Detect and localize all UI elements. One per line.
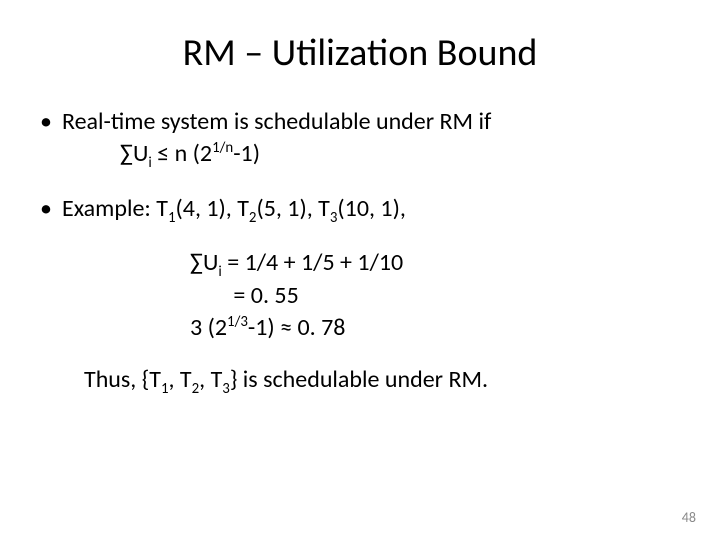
t: -1) ≈ 0. 78 [248,313,346,342]
sup: 1/n [212,138,233,156]
sum-line: ∑Ui = 1/4 + 1/5 + 1/10 [190,247,680,279]
t: (5, 1), T [256,194,329,223]
slide-content: • Real-time system is schedulable under … [40,106,680,397]
bullet-example: • Example: T1(4, 1), T2(5, 1), T3(10, 1)… [40,193,680,225]
t: ∑U [120,139,148,168]
text: Real-time system is schedulable under RM… [62,107,491,136]
t: = 1/4 + 1/5 + 1/10 [222,248,403,277]
bound-line: 3 (21/3-1) ≈ 0. 78 [190,312,680,344]
bullet-dot: • [40,106,62,171]
slide-title: RM – Utilization Bound [40,30,680,76]
t: = 0. 55 [190,281,299,310]
formula-line: ∑Ui ≤ n (21/n-1) [62,139,260,168]
t: (4, 1), T [176,194,249,223]
t: 3 (2 [190,313,227,342]
result-line: = 0. 55 [190,280,680,312]
bullet-text: Example: T1(4, 1), T2(5, 1), T3(10, 1), [62,193,680,225]
t: } is schedulable under RM. [230,365,488,394]
t: Example: T [62,194,168,223]
t: ∑U [190,248,218,277]
sub: 3 [222,379,230,397]
calculation-block: ∑Ui = 1/4 + 1/5 + 1/10 = 0. 55 3 (21/3-1… [40,247,680,344]
t: Thus, {T [84,365,161,394]
bullet-dot: • [40,193,62,225]
t: (10, 1), [337,194,405,223]
sub: 1 [161,379,169,397]
conclusion-line: Thus, {T1, T2, T3} is schedulable under … [40,364,680,396]
slide: RM – Utilization Bound • Real-time syste… [0,0,720,540]
sub: 1 [168,208,176,226]
bullet-schedulability-condition: • Real-time system is schedulable under … [40,106,680,171]
sup: 1/3 [227,312,248,330]
t: -1) [233,139,260,168]
bullet-text: Real-time system is schedulable under RM… [62,106,680,171]
page-number: 48 [682,509,696,526]
t: ≤ n (2 [152,139,212,168]
t: , T [169,365,192,394]
t: , T [199,365,222,394]
